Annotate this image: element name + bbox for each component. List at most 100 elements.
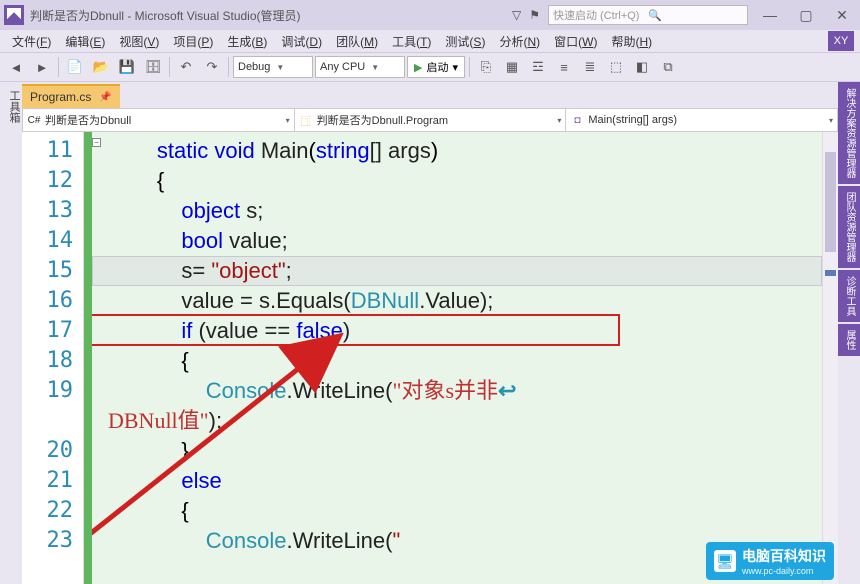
outline-column: − <box>92 132 106 584</box>
maximize-button[interactable]: ▢ <box>792 5 820 25</box>
toolbar-icon[interactable]: ⧉ <box>656 55 680 79</box>
toolbar-icon[interactable]: ◧ <box>630 55 654 79</box>
line-number: 21 <box>22 466 83 496</box>
line-number <box>22 406 83 436</box>
notifications-icon[interactable]: ▽ <box>512 8 521 22</box>
line-number: 12 <box>22 166 83 196</box>
toolbar-icon[interactable]: ≣ <box>578 55 602 79</box>
menu-d[interactable]: 调试(D) <box>275 31 328 52</box>
search-icon: 🔍 <box>648 9 743 22</box>
code-line[interactable]: { <box>108 166 820 196</box>
close-button[interactable]: ✕ <box>828 5 856 25</box>
menu-p[interactable]: 项目(P) <box>167 31 219 52</box>
nav-back-button[interactable]: ◄ <box>4 55 28 79</box>
menu-n[interactable]: 分析(N) <box>493 31 546 52</box>
platform-dropdown[interactable]: Any CPU▼ <box>315 56 405 78</box>
code-line[interactable]: bool value; <box>108 226 820 256</box>
save-all-button[interactable]: 🗄 <box>141 55 165 79</box>
toolbar-icon[interactable]: ▦ <box>500 55 524 79</box>
toolbar-icon[interactable]: ⬚ <box>604 55 628 79</box>
code-editor[interactable]: 11121314151617181920212223 − static void… <box>22 132 838 584</box>
member-dropdown[interactable]: ◘ Main(string[] args) ▾ <box>566 109 837 131</box>
csharp-project-icon: C# <box>27 113 41 127</box>
pin-icon[interactable]: 📌 <box>99 92 111 103</box>
side-panel-tab[interactable]: 诊断工具 <box>838 270 860 322</box>
window-title: 判断是否为Dbnull - Microsoft Visual Studio(管理… <box>30 7 301 24</box>
class-dropdown[interactable]: ⿹ 判断是否为Dbnull.Program ▾ <box>295 109 567 131</box>
file-tab[interactable]: Program.cs 📌 <box>22 84 120 108</box>
code-line[interactable]: else <box>108 466 820 496</box>
quick-launch-placeholder: 快速启动 (Ctrl+Q) <box>553 7 648 23</box>
scroll-marker <box>825 270 836 276</box>
toolbox-panel-tab[interactable]: 工具箱 <box>0 82 22 584</box>
class-name: 判断是否为Dbnull.Program <box>317 112 448 128</box>
document-tabs: Program.cs 📌 <box>22 82 838 108</box>
vertical-scrollbar[interactable] <box>822 132 838 584</box>
project-name: 判断是否为Dbnull <box>45 112 131 128</box>
redo-button[interactable]: ↷ <box>200 55 224 79</box>
quick-launch-input[interactable]: 快速启动 (Ctrl+Q) 🔍 <box>548 5 748 25</box>
play-icon: ▶ <box>414 61 422 74</box>
side-panel-tab[interactable]: 属性 <box>838 324 860 356</box>
undo-button[interactable]: ↶ <box>174 55 198 79</box>
line-number: 15 <box>22 256 83 286</box>
code-line[interactable]: if (value == false) <box>108 316 820 346</box>
line-number: 22 <box>22 496 83 526</box>
start-debug-button[interactable]: ▶ 启动 ▾ <box>407 56 465 78</box>
menu-f[interactable]: 文件(F) <box>6 31 57 52</box>
menu-m[interactable]: 团队(M) <box>330 31 384 52</box>
line-number: 17 <box>22 316 83 346</box>
code-line[interactable]: static void Main(string[] args) <box>108 136 820 166</box>
code-line[interactable]: value = s.Equals(DBNull.Value); <box>108 286 820 316</box>
code-line[interactable]: { <box>108 346 820 376</box>
code-line[interactable]: Console.WriteLine("对象s并非 ↩ <box>108 376 820 406</box>
toolbar-icon[interactable]: ☲ <box>526 55 550 79</box>
line-number: 18 <box>22 346 83 376</box>
scrollbar-thumb[interactable] <box>825 152 836 252</box>
code-line[interactable]: object s; <box>108 196 820 226</box>
code-area[interactable]: − static void Main(string[] args) { obje… <box>92 132 838 584</box>
code-line[interactable]: s= "object"; <box>108 256 820 286</box>
config-value: Debug <box>238 61 270 73</box>
project-dropdown[interactable]: C# 判断是否为Dbnull ▾ <box>23 109 295 131</box>
menu-b[interactable]: 生成(B) <box>221 31 273 52</box>
code-line[interactable]: DBNull值"); <box>108 406 820 436</box>
menu-w[interactable]: 窗口(W) <box>548 31 603 52</box>
watermark-badge: 🖥 电脑百科知识 www.pc-daily.com <box>706 542 834 580</box>
change-indicator <box>84 132 92 584</box>
open-button[interactable]: 📂 <box>89 55 113 79</box>
minimize-button[interactable]: — <box>756 5 784 25</box>
platform-value: Any CPU <box>320 61 365 73</box>
menu-h[interactable]: 帮助(H) <box>605 31 658 52</box>
side-panel-tab[interactable]: 团队资源管理器 <box>838 186 860 268</box>
menu-s[interactable]: 测试(S) <box>439 31 491 52</box>
line-number: 11 <box>22 136 83 166</box>
menu-e[interactable]: 编辑(E) <box>59 31 111 52</box>
vs-logo-icon <box>4 5 24 25</box>
collapse-toggle[interactable]: − <box>92 138 101 147</box>
code-line[interactable]: { <box>108 496 820 526</box>
line-number: 19 <box>22 376 83 406</box>
save-button[interactable]: 💾 <box>115 55 139 79</box>
nav-fwd-button[interactable]: ► <box>30 55 54 79</box>
code-nav-bar: C# 判断是否为Dbnull ▾ ⿹ 判断是否为Dbnull.Program ▾… <box>22 108 838 132</box>
config-dropdown[interactable]: Debug▼ <box>233 56 313 78</box>
class-icon: ⿹ <box>299 113 313 127</box>
user-badge[interactable]: XY <box>828 31 854 51</box>
line-number: 16 <box>22 286 83 316</box>
start-label: 启动 <box>426 59 448 75</box>
line-number: 14 <box>22 226 83 256</box>
side-panel-tab[interactable]: 解决方案资源管理器 <box>838 82 860 184</box>
new-project-button[interactable]: 📄 <box>63 55 87 79</box>
line-number: 20 <box>22 436 83 466</box>
line-number: 23 <box>22 526 83 556</box>
menu-t[interactable]: 工具(T) <box>386 31 437 52</box>
toolbar-icon[interactable]: ≡ <box>552 55 576 79</box>
menu-v[interactable]: 视图(V) <box>113 31 165 52</box>
title-bar: 判断是否为Dbnull - Microsoft Visual Studio(管理… <box>0 0 860 30</box>
method-icon: ◘ <box>570 113 584 127</box>
step-button[interactable]: ⎘ <box>474 55 498 79</box>
code-line[interactable]: } <box>108 436 820 466</box>
feedback-icon[interactable]: ⚑ <box>529 8 540 22</box>
main-toolbar: ◄ ► 📄 📂 💾 🗄 ↶ ↷ Debug▼ Any CPU▼ ▶ 启动 ▾ ⎘… <box>0 52 860 82</box>
